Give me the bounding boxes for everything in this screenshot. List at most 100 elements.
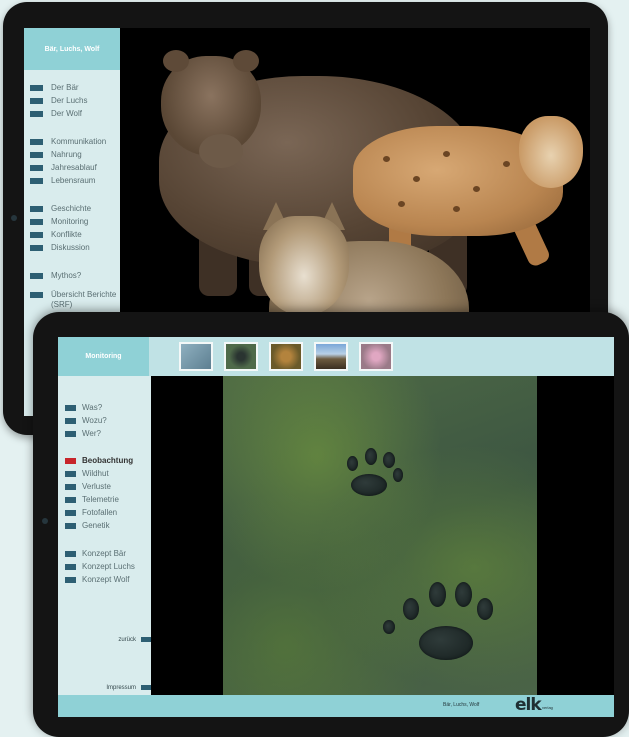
lynx-spot — [473, 186, 480, 192]
marker — [65, 576, 76, 583]
sidebar-item-label: Verluste — [82, 482, 111, 491]
sidebar: Was? Wozu? Wer? Beobachtung Wildhut Verl… — [58, 376, 151, 695]
sidebar-item-label: Konzept Luchs — [82, 562, 135, 571]
thumbnail-2[interactable] — [224, 342, 258, 371]
marker — [30, 84, 43, 91]
marker — [65, 404, 76, 411]
section-title: Monitoring — [58, 337, 149, 376]
sidebar-item-lebensraum[interactable]: Lebensraum — [30, 175, 95, 186]
sidebar-item-label: Kommunikation — [51, 137, 107, 146]
paw-print-toe — [393, 468, 403, 482]
marker — [30, 138, 43, 145]
sidebar-item-wer[interactable]: Wer? — [65, 428, 101, 439]
marker — [65, 522, 76, 529]
sidebar-item-label: Konflikte — [51, 230, 82, 239]
bear-ear — [163, 50, 189, 72]
thumbnail-3[interactable] — [269, 342, 303, 371]
sidebar-item-label: Diskussion — [51, 243, 90, 252]
wolf-head — [259, 216, 349, 316]
sidebar-item-nahrung[interactable]: Nahrung — [30, 149, 82, 160]
sidebar-item-verluste[interactable]: Verluste — [65, 481, 111, 492]
bear-ear — [233, 50, 259, 72]
sidebar-item-label: Der Wolf — [51, 109, 82, 118]
sidebar-item-telemetrie[interactable]: Telemetrie — [65, 494, 119, 505]
sidebar-item-uebersicht[interactable]: Übersicht Berichte (SRF) — [30, 290, 122, 312]
sidebar-item-luchs[interactable]: Der Luchs — [30, 95, 87, 106]
marker — [30, 164, 43, 171]
marker — [30, 231, 43, 238]
app-title: Bär, Luchs, Wolf — [24, 28, 120, 70]
sidebar-item-konzept-luchs[interactable]: Konzept Luchs — [65, 561, 135, 572]
elk-logo: elk — [515, 695, 542, 715]
sidebar-item-label: Genetik — [82, 521, 110, 530]
top-bar: Monitoring — [58, 337, 614, 376]
lynx-spot — [453, 206, 460, 212]
sidebar-item-label: Monitoring — [51, 217, 89, 226]
sidebar-item-label: Telemetrie — [82, 495, 119, 504]
sidebar-item-konzept-baer[interactable]: Konzept Bär — [65, 548, 126, 559]
paw-print-toe — [429, 582, 446, 607]
sidebar-item-label: Konzept Wolf — [82, 575, 130, 584]
sidebar-item-genetik[interactable]: Genetik — [65, 520, 110, 531]
paw-print-toe — [383, 452, 395, 468]
marker — [65, 417, 76, 424]
thumbnail-4[interactable] — [314, 342, 348, 371]
thumbnail-5[interactable] — [359, 342, 393, 371]
marker — [65, 496, 76, 503]
marker — [30, 110, 43, 117]
sidebar-item-wolf[interactable]: Der Wolf — [30, 108, 82, 119]
sidebar-item-jahresablauf[interactable]: Jahresablauf — [30, 162, 97, 173]
marker — [30, 244, 43, 251]
marker — [30, 205, 43, 212]
sidebar-item-label: Wer? — [82, 429, 101, 438]
marker — [141, 685, 151, 690]
sidebar-item-konflikte[interactable]: Konflikte — [30, 229, 82, 240]
marker — [30, 292, 43, 298]
sidebar-item-mythos[interactable]: Mythos? — [30, 270, 81, 281]
sidebar-item-diskussion[interactable]: Diskussion — [30, 242, 90, 253]
lynx-spot — [443, 151, 450, 157]
active-marker — [65, 457, 76, 464]
marker — [30, 272, 43, 279]
paw-print-toe — [403, 598, 419, 620]
main-photo-wolf-tracks — [223, 376, 537, 695]
lynx-spot — [413, 176, 420, 182]
marker — [65, 550, 76, 557]
marker — [65, 563, 76, 570]
lynx-spot — [383, 156, 390, 162]
paw-print-toe — [383, 620, 395, 634]
sidebar-item-label: Beobachtung — [82, 456, 134, 465]
camera-dot — [11, 215, 17, 221]
marker — [65, 430, 76, 437]
sidebar-item-label: Jahresablauf — [51, 163, 97, 172]
sidebar-item-label: Geschichte — [51, 204, 92, 213]
sidebar-item-label: Der Bär — [51, 83, 79, 92]
sidebar-item-wozu[interactable]: Wozu? — [65, 415, 107, 426]
tablet-front-screen: Monitoring Was? Wozu? Wer? Beobachtung W… — [58, 337, 614, 717]
sidebar-item-konzept-wolf[interactable]: Konzept Wolf — [65, 574, 129, 585]
back-label: zurück — [118, 636, 136, 643]
impressum-button[interactable]: Impressum — [106, 682, 151, 693]
sidebar-item-geschichte[interactable]: Geschichte — [30, 203, 91, 214]
camera-dot — [42, 518, 48, 524]
sidebar-item-label: Lebensraum — [51, 176, 96, 185]
marker — [65, 509, 76, 516]
thumbnail-1[interactable] — [179, 342, 213, 371]
bear-snout — [199, 134, 243, 168]
lynx-spot — [503, 161, 510, 167]
sidebar-item-baer[interactable]: Der Bär — [30, 82, 79, 93]
sidebar-item-label: Mythos? — [51, 271, 82, 280]
lynx-spot — [398, 201, 405, 207]
sidebar-item-beobachtung[interactable]: Beobachtung — [65, 455, 133, 466]
paw-print-toe — [477, 598, 493, 620]
back-button[interactable]: zurück — [118, 634, 151, 645]
sidebar-item-label: Konzept Bär — [82, 549, 127, 558]
sidebar-item-kommunikation[interactable]: Kommunikation — [30, 136, 106, 147]
sidebar-item-fotofallen[interactable]: Fotofallen — [65, 507, 117, 518]
sidebar-item-monitoring[interactable]: Monitoring — [30, 216, 88, 227]
sidebar-item-wildhut[interactable]: Wildhut — [65, 468, 109, 479]
impressum-label: Impressum — [106, 684, 136, 691]
marker — [30, 97, 43, 104]
sidebar-item-was[interactable]: Was? — [65, 402, 102, 413]
marker — [141, 637, 151, 642]
